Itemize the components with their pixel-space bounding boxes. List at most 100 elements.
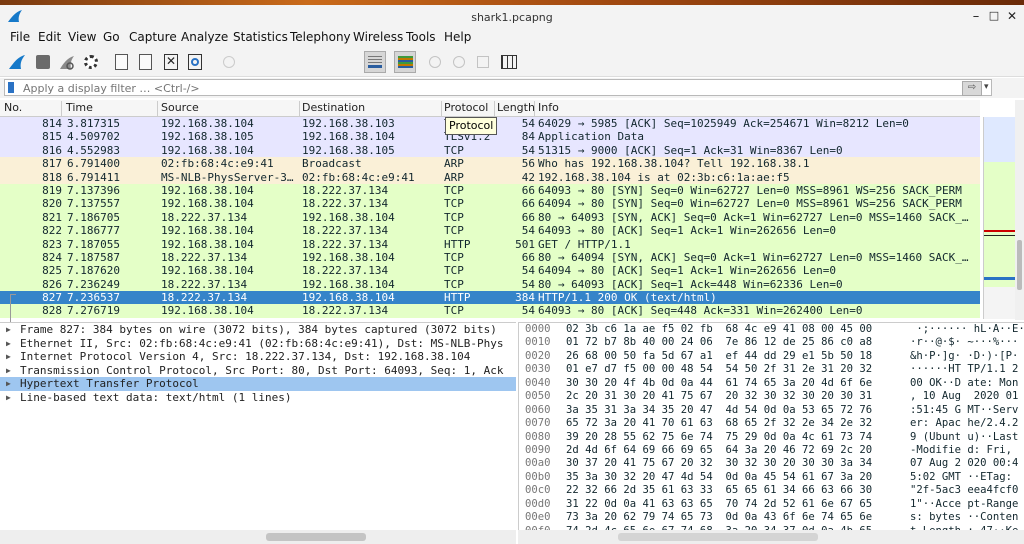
- filter-dropdown-icon[interactable]: ▾: [984, 82, 989, 92]
- gear-icon[interactable]: [80, 51, 102, 73]
- column-destination[interactable]: Destination: [300, 101, 442, 116]
- hex-row[interactable]: 0090 2d 4d 6f 64 69 66 69 65 64 3a 20 46 …: [519, 444, 1024, 457]
- expand-arrow-icon[interactable]: ▶: [6, 350, 11, 364]
- packet-row[interactable]: 820 7.137557 192.168.38.104 18.222.37.134 TC…: [0, 197, 980, 211]
- hex-row[interactable]: 0020 26 68 00 50 fa 5d 67 a1 ef 44 dd 29 …: [519, 350, 1024, 363]
- packet-row[interactable]: 818 6.791411 MS-NLB-PhysServer-3… 02:fb:68:…: [0, 170, 980, 184]
- window-title: shark1.pcapng: [471, 11, 553, 24]
- reload-icon[interactable]: [184, 51, 206, 73]
- detail-text: Hypertext Transfer Protocol: [20, 377, 199, 390]
- detail-tree-item[interactable]: ▶ Ethernet II, Src: 02:fb:68:4c:e9:41 (02…: [0, 337, 516, 351]
- bookmark-icon[interactable]: [8, 82, 14, 93]
- packet-row[interactable]: 825 7.187620 192.168.38.104 18.222.37.134 TC…: [0, 264, 980, 278]
- hex-ascii: 07 Aug 2 020 00:4: [910, 457, 1019, 470]
- open-file-icon[interactable]: [110, 51, 132, 73]
- packet-row-selected[interactable]: 827 7.236537 18.222.37.134 192.168.38.104 HT…: [0, 291, 980, 305]
- packet-destination: 18.222.37.134: [302, 237, 389, 251]
- resize-columns-icon[interactable]: [498, 51, 520, 73]
- detail-text: Line-based text data: text/html (1 lines…: [20, 390, 292, 404]
- packet-row[interactable]: 816 4.552983 192.168.38.104 192.168.38.105 T…: [0, 143, 980, 158]
- packet-destination: Broadcast: [302, 157, 362, 171]
- expand-arrow-icon[interactable]: ▶: [6, 323, 11, 337]
- packet-list[interactable]: No. Time Source Destination Protocol Len…: [0, 100, 1024, 419]
- details-horizontal-scrollbar[interactable]: [0, 530, 516, 544]
- hex-row[interactable]: 0010 01 72 b7 8b 40 00 24 06 7e 86 12 de …: [519, 336, 1024, 349]
- column-protocol[interactable]: Protocol: [442, 101, 495, 116]
- hex-row[interactable]: 00b0 35 3a 30 32 20 47 4d 54 0d 0a 45 54 …: [519, 471, 1024, 484]
- menu-help[interactable]: Help: [444, 30, 471, 44]
- menu-wireless[interactable]: Wireless: [353, 30, 403, 44]
- packet-row[interactable]: 824 7.187587 18.222.37.134 192.168.38.104 TC…: [0, 250, 980, 265]
- minimize-button[interactable]: –: [968, 9, 984, 24]
- packet-bytes-pane[interactable]: 0000 02 3b c6 1a ae f5 02 fb 68 4c e9 41 …: [518, 322, 1024, 537]
- packet-row[interactable]: 817 6.791400 02:fb:68:4c:e9:41 Broadcast ARP…: [0, 157, 980, 171]
- column-info[interactable]: Info: [535, 101, 980, 116]
- packet-row[interactable]: 828 7.276719 192.168.38.104 18.222.37.134 TC…: [0, 304, 980, 318]
- expand-arrow-icon[interactable]: ▶: [6, 377, 11, 391]
- packet-row[interactable]: 821 7.186705 18.222.37.134 192.168.38.104 TC…: [0, 210, 980, 225]
- stop-icon[interactable]: [32, 51, 54, 73]
- menu-tools[interactable]: Tools: [406, 30, 436, 44]
- menu-go[interactable]: Go: [103, 30, 120, 44]
- save-file-icon[interactable]: [134, 51, 156, 73]
- menu-file[interactable]: File: [10, 30, 30, 44]
- packet-no: 818: [42, 170, 62, 184]
- packet-row[interactable]: 822 7.186777 192.168.38.104 18.222.37.134 TC…: [0, 224, 980, 238]
- restart-icon[interactable]: [56, 51, 78, 73]
- column-no[interactable]: No.: [0, 101, 62, 116]
- packet-row[interactable]: 826 7.236249 18.222.37.134 192.168.38.104 TC…: [0, 277, 980, 292]
- packet-protocol: TCP: [444, 304, 464, 318]
- hex-offset: 0020: [525, 349, 551, 362]
- packet-row[interactable]: 823 7.187055 192.168.38.104 18.222.37.134 HT…: [0, 237, 980, 251]
- hex-ascii: ·;······ hL·A··E·: [910, 323, 1024, 335]
- display-filter-input[interactable]: [4, 79, 992, 96]
- hex-row[interactable]: 0050 2c 20 31 30 20 41 75 67 20 32 30 32 …: [519, 390, 1024, 403]
- maximize-button[interactable]: □: [986, 9, 1002, 22]
- packet-length: 66: [521, 197, 535, 211]
- hex-row[interactable]: 0060 3a 35 31 3a 34 35 20 47 4d 54 0d 0a …: [519, 404, 1024, 417]
- hex-ascii: , 10 Aug 2020 01: [910, 390, 1019, 403]
- column-length[interactable]: Length: [495, 101, 535, 116]
- hex-ascii: 9 (Ubunt u)··Last: [910, 430, 1019, 443]
- packet-minimap[interactable]: [983, 117, 1016, 319]
- detail-tree-item[interactable]: ▶ Line-based text data: text/html (1 line…: [0, 391, 516, 405]
- packet-row[interactable]: 819 7.137396 192.168.38.104 18.222.37.134 TC…: [0, 183, 980, 198]
- detail-tree-item[interactable]: ▶ Frame 827: 384 bytes on wire (3072 bits…: [0, 323, 516, 337]
- close-file-icon[interactable]: ✕: [160, 51, 182, 73]
- menu-capture[interactable]: Capture: [129, 30, 177, 44]
- hex-row[interactable]: 00a0 30 37 20 41 75 67 20 32 30 32 30 20 …: [519, 457, 1024, 470]
- packet-details-pane[interactable]: ▶ Frame 827: 384 bytes on wire (3072 bits…: [0, 322, 516, 531]
- packet-destination: 18.222.37.134: [302, 304, 389, 318]
- menu-view[interactable]: View: [68, 30, 96, 44]
- colorize-icon[interactable]: [364, 51, 386, 73]
- expand-arrow-icon[interactable]: ▶: [6, 364, 11, 378]
- expand-arrow-icon[interactable]: ▶: [6, 391, 11, 405]
- column-source[interactable]: Source: [158, 101, 300, 116]
- packet-time: 7.186705: [67, 210, 120, 224]
- expand-arrow-icon[interactable]: ▶: [6, 337, 11, 351]
- menu-statistics[interactable]: Statistics: [233, 30, 288, 44]
- close-button[interactable]: ✕: [1004, 9, 1020, 23]
- hex-row[interactable]: 00d0 31 22 0d 0a 41 63 63 65 70 74 2d 52 …: [519, 498, 1024, 511]
- hex-row[interactable]: 00c0 22 32 66 2d 35 61 63 33 65 65 61 34 …: [519, 484, 1024, 497]
- menu-edit[interactable]: Edit: [38, 30, 61, 44]
- detail-tree-item[interactable]: ▶ Transmission Control Protocol, Src Port…: [0, 364, 516, 378]
- detail-tree-item[interactable]: ▶ Hypertext Transfer Protocol: [0, 377, 516, 391]
- shark-fin-icon[interactable]: [6, 51, 28, 73]
- detail-tree-item[interactable]: ▶ Internet Protocol Version 4, Src: 18.22…: [0, 350, 516, 364]
- packet-list-scrollbar[interactable]: [1015, 100, 1024, 320]
- menu-telephony[interactable]: Telephony: [290, 30, 351, 44]
- hex-row[interactable]: 0040 30 30 20 4f 4b 0d 0a 44 61 74 65 3a …: [519, 377, 1024, 390]
- packet-protocol: TCP: [444, 197, 464, 211]
- hex-row[interactable]: 0030 01 e7 d7 f5 00 00 48 54 54 50 2f 31 …: [519, 363, 1024, 376]
- hex-offset: 0080: [525, 430, 551, 443]
- hex-row[interactable]: 0000 02 3b c6 1a ae f5 02 fb 68 4c e9 41 …: [519, 323, 1024, 336]
- hex-row[interactable]: 0070 65 72 3a 20 41 70 61 63 68 65 2f 32 …: [519, 417, 1024, 430]
- autoscroll-icon[interactable]: [394, 51, 416, 73]
- bytes-horizontal-scrollbar[interactable]: [518, 530, 1024, 544]
- apply-filter-button[interactable]: ⇨: [962, 81, 982, 96]
- menu-analyze[interactable]: Analyze: [181, 30, 228, 44]
- hex-row[interactable]: 0080 39 20 28 55 62 75 6e 74 75 29 0d 0a …: [519, 431, 1024, 444]
- hex-row[interactable]: 00e0 73 3a 20 62 79 74 65 73 0d 0a 43 6f …: [519, 511, 1024, 524]
- column-time[interactable]: Time: [62, 101, 158, 116]
